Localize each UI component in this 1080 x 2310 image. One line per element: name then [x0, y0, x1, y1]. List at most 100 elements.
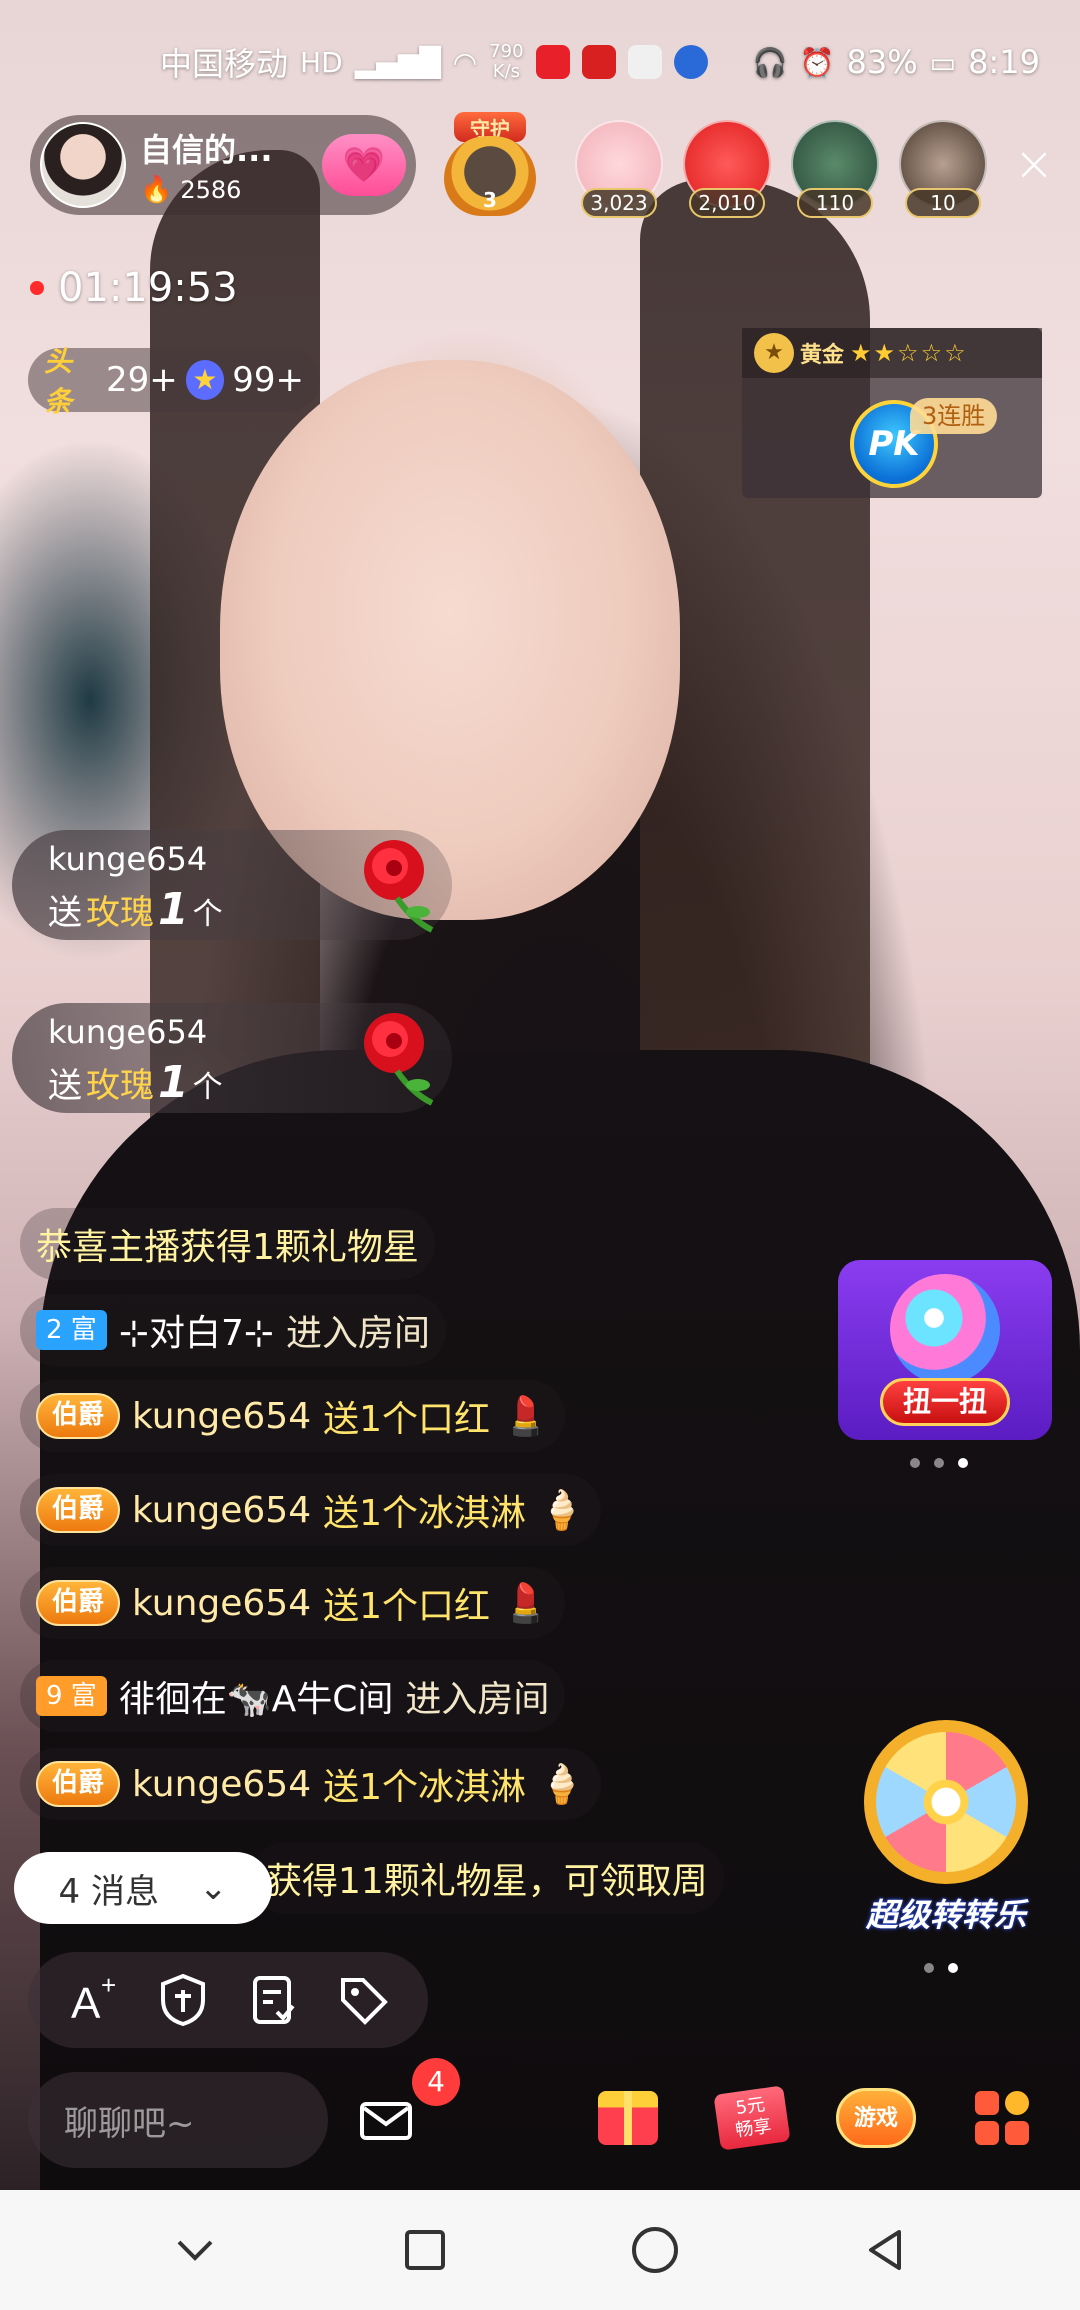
gacha-button[interactable]: 扭一扭	[880, 1378, 1010, 1426]
gift-notification: kunge654 送玫瑰 1个	[12, 830, 452, 940]
chevron-down-icon	[177, 2240, 213, 2261]
live-timer: 01:19:53	[30, 265, 238, 311]
font-size-icon[interactable]: A +	[61, 1968, 125, 2032]
page-dot	[910, 1458, 920, 1468]
rose-icon	[364, 840, 434, 933]
rank-tags-pill[interactable]: 头条 29+ ★ 99+	[28, 345, 320, 418]
svg-text:A: A	[71, 1979, 101, 2028]
task-icon[interactable]	[241, 1968, 305, 2032]
mail-badge: 4	[412, 2058, 460, 2106]
chat-gift-message: 伯爵 kunge654 送1个口红 💄	[20, 1567, 566, 1639]
battery-icon: ▭	[929, 45, 957, 79]
viewer-item[interactable]: 10	[899, 120, 987, 218]
svg-text:+: +	[101, 1972, 116, 2000]
gacha-ball-icon	[890, 1274, 1000, 1384]
pk-streak-badge: 3连胜	[910, 398, 998, 434]
guard-shield-icon: 3	[444, 136, 536, 216]
chat-gift-message: 伯爵 kunge654 送1个口红 💄	[20, 1380, 566, 1452]
chat-system-message: 恭喜主播获得1颗礼物星	[20, 1208, 435, 1280]
tool-bar: A +	[28, 1952, 428, 2048]
wheel-icon	[864, 1720, 1028, 1884]
chat-system-message: 获得11颗礼物星，可领取周	[250, 1842, 724, 1914]
star-icon: ★	[185, 360, 225, 400]
alarm-icon: ⏰	[799, 45, 835, 79]
book-app-icon	[581, 45, 616, 79]
live-timer-text: 01:19:53	[58, 265, 238, 311]
gacha-widget[interactable]: 扭一扭	[838, 1260, 1052, 1440]
hd-icon: HD	[300, 45, 343, 79]
anchor-avatar[interactable]	[40, 122, 126, 208]
coupon-button[interactable]: 5元 畅享	[712, 2078, 792, 2158]
star-count: 99+	[232, 360, 304, 400]
lucky-wheel-widget[interactable]: 超级转转乐	[856, 1720, 1036, 1940]
guard-shield-icon[interactable]	[151, 1968, 215, 2032]
viewer-count: 3,023	[581, 188, 657, 218]
viewer-item[interactable]: 110	[791, 120, 879, 218]
rank-stars: ★★☆☆☆	[850, 339, 968, 367]
headphones-icon: 🎧	[752, 45, 788, 79]
new-messages-button[interactable]: 4 消息 ⌄	[14, 1852, 272, 1924]
chat-username[interactable]: kunge654	[132, 1764, 311, 1805]
rich-level-badge: 2 富	[36, 1310, 107, 1350]
battery-percent: 83%	[846, 43, 918, 81]
anchor-name: 自信的...	[140, 131, 273, 169]
gift-name: 玫瑰	[86, 1066, 154, 1106]
follow-heart-button[interactable]: 💗	[322, 134, 406, 196]
chat-username[interactable]: kunge654	[132, 1396, 311, 1437]
toutiao-count: 29+	[105, 360, 178, 400]
gacha-page-dots	[910, 1458, 968, 1468]
anchor-heat-count: 2586	[180, 176, 242, 204]
chat-input[interactable]: 聊聊吧~	[28, 2072, 328, 2168]
wheel-label: 超级转转乐	[865, 1896, 1026, 1934]
chat-username[interactable]: 徘徊在🐄A牛C间	[119, 1670, 394, 1722]
chat-username[interactable]: ⊹对白7⊹	[119, 1304, 274, 1356]
gift-name: 玫瑰	[86, 893, 154, 933]
clock: 8:19	[968, 43, 1040, 81]
heart-icon: 💗	[342, 145, 386, 185]
more-apps-button[interactable]	[962, 2078, 1042, 2158]
system-nav-bar	[0, 2190, 1080, 2310]
rich-level-badge: 9 富	[36, 1676, 107, 1716]
page-dot	[934, 1458, 944, 1468]
noble-badge: 伯爵	[36, 1761, 121, 1807]
nav-collapse-button[interactable]	[155, 2210, 235, 2290]
viewer-count: 110	[797, 188, 873, 218]
video-app-icon	[535, 45, 570, 79]
viewer-item[interactable]: 2,010	[683, 120, 771, 218]
nav-recents-button[interactable]	[385, 2210, 465, 2290]
anchor-info-pill[interactable]: 自信的... 🔥 2586 💗	[30, 115, 416, 215]
wheel-page-dots	[924, 1963, 958, 1973]
tag-icon[interactable]	[331, 1968, 395, 2032]
signal-icon: ▂▄▆█	[354, 45, 441, 79]
fire-icon: 🔥	[140, 175, 173, 205]
gift-notification: kunge654 送玫瑰 1个	[12, 1003, 452, 1113]
browser-app-icon	[673, 45, 708, 79]
guard-badge[interactable]: 守护 3	[440, 112, 540, 222]
mail-icon[interactable]	[356, 2090, 416, 2150]
nav-home-button[interactable]	[615, 2210, 695, 2290]
live-dot-icon	[30, 281, 44, 295]
viewer-item[interactable]: 3,023	[575, 120, 663, 218]
chat-gift-message: 伯爵 kunge654 送1个冰淇淋 🍦	[20, 1474, 602, 1546]
page-dot-active	[958, 1458, 968, 1468]
gift-button[interactable]	[588, 2078, 668, 2158]
nav-back-button[interactable]	[845, 2210, 925, 2290]
circle-icon	[632, 2227, 678, 2273]
chat-enter-message: 2 富 ⊹对白7⊹ 进入房间	[20, 1294, 447, 1366]
chat-username[interactable]: kunge654	[132, 1583, 311, 1624]
close-icon[interactable]: ×	[1010, 140, 1058, 188]
box-app-icon	[627, 45, 662, 79]
lipstick-icon: 💄	[502, 1393, 550, 1438]
viewer-count: 2,010	[689, 188, 765, 218]
net-speed: 790 K/s	[489, 41, 524, 82]
chat-username[interactable]: kunge654	[132, 1490, 311, 1531]
pk-panel[interactable]: ★ 黄金 ★★☆☆☆ PK 3连胜	[742, 328, 1042, 498]
square-icon	[405, 2230, 445, 2270]
guard-level: 3	[483, 188, 497, 212]
game-button[interactable]: 游戏	[836, 2078, 916, 2158]
carrier-label: 中国移动	[160, 45, 289, 83]
lipstick-icon: 💄	[502, 1580, 550, 1625]
noble-badge: 伯爵	[36, 1393, 121, 1439]
wifi-icon: ◠	[452, 45, 478, 79]
noble-badge: 伯爵	[36, 1487, 121, 1533]
